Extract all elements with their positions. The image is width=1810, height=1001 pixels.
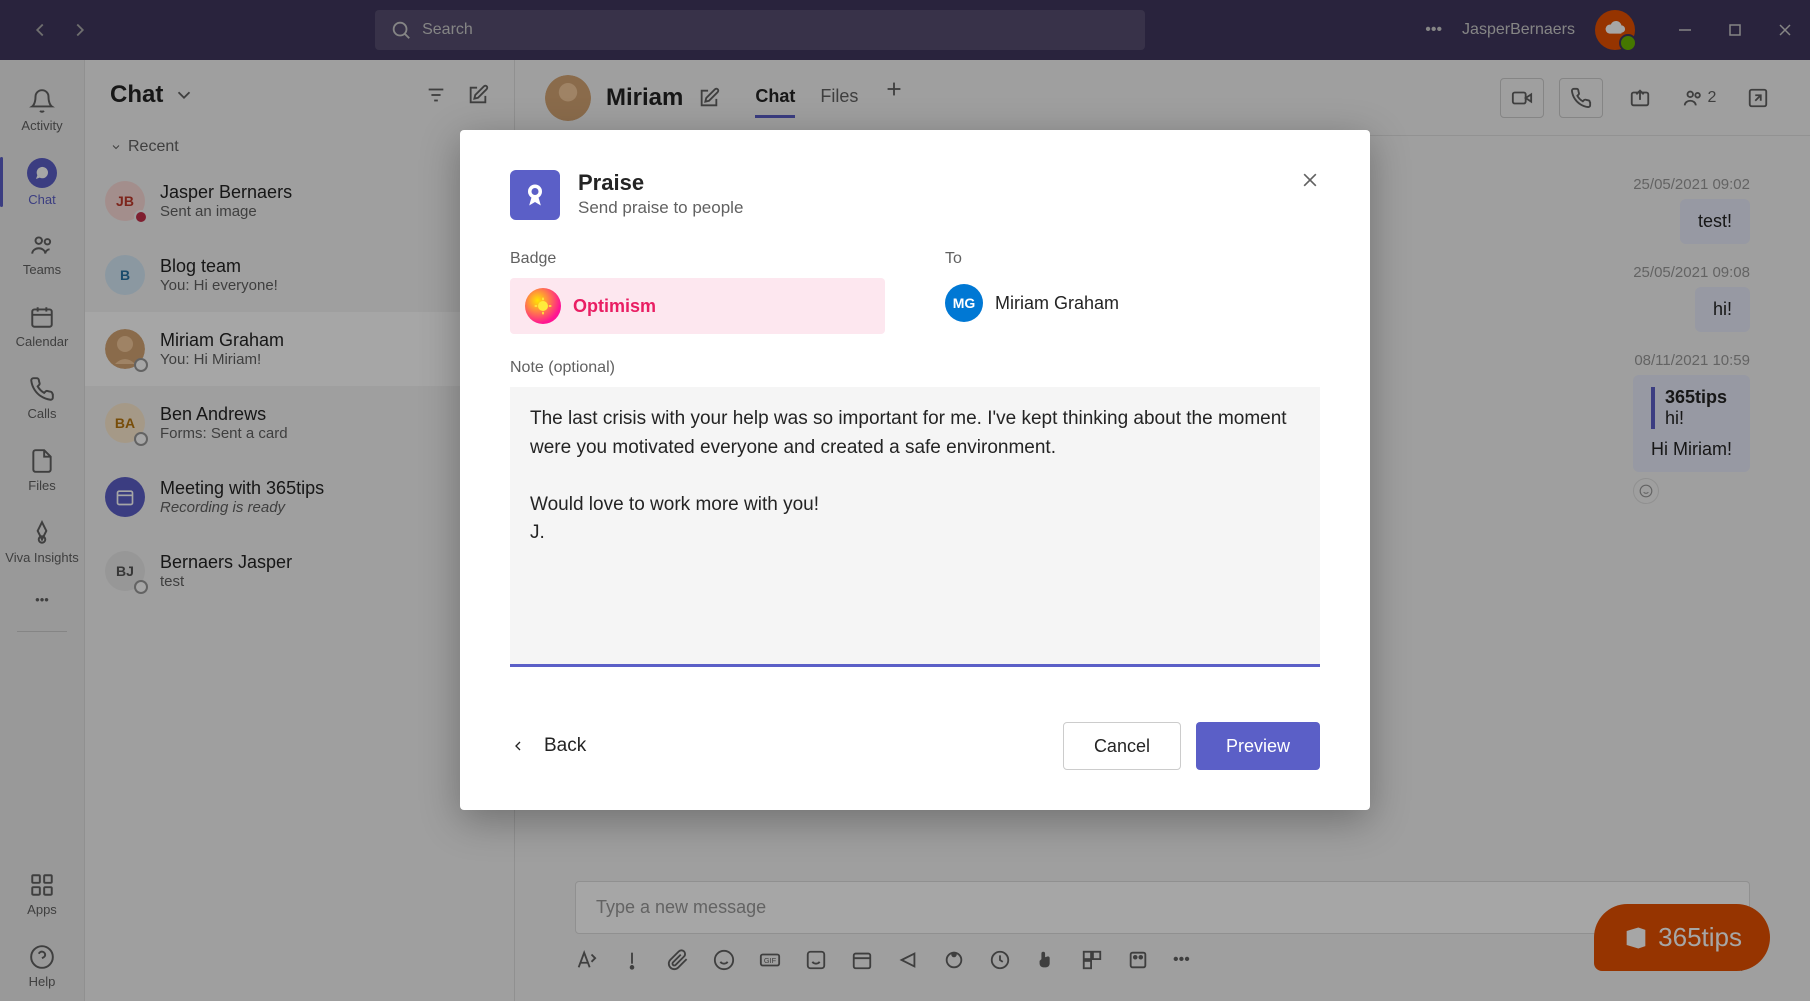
back-label: Back	[544, 735, 586, 757]
back-button[interactable]: Back	[510, 735, 586, 757]
chevron-left-icon	[510, 738, 526, 754]
badge-field-label: Badge	[510, 250, 885, 268]
to-field-label: To	[945, 250, 1320, 268]
cancel-button[interactable]: Cancel	[1063, 722, 1181, 770]
optimism-badge-icon	[525, 288, 561, 324]
praise-modal: Praise Send praise to people Badge Optim…	[460, 130, 1370, 810]
praise-app-icon	[510, 170, 560, 220]
badge-name: Optimism	[573, 296, 656, 317]
note-field-label: Note (optional)	[510, 359, 1320, 377]
badge-selector[interactable]: Optimism	[510, 278, 885, 334]
modal-title: Praise	[578, 170, 743, 196]
to-recipient[interactable]: MG Miriam Graham	[945, 278, 1320, 328]
close-button[interactable]	[1300, 170, 1320, 196]
modal-subtitle: Send praise to people	[578, 198, 743, 218]
recipient-avatar: MG	[945, 284, 983, 322]
close-icon	[1300, 170, 1320, 190]
preview-button[interactable]: Preview	[1196, 722, 1320, 770]
note-textarea[interactable]: The last crisis with your help was so im…	[510, 387, 1320, 667]
recipient-name: Miriam Graham	[995, 293, 1119, 314]
